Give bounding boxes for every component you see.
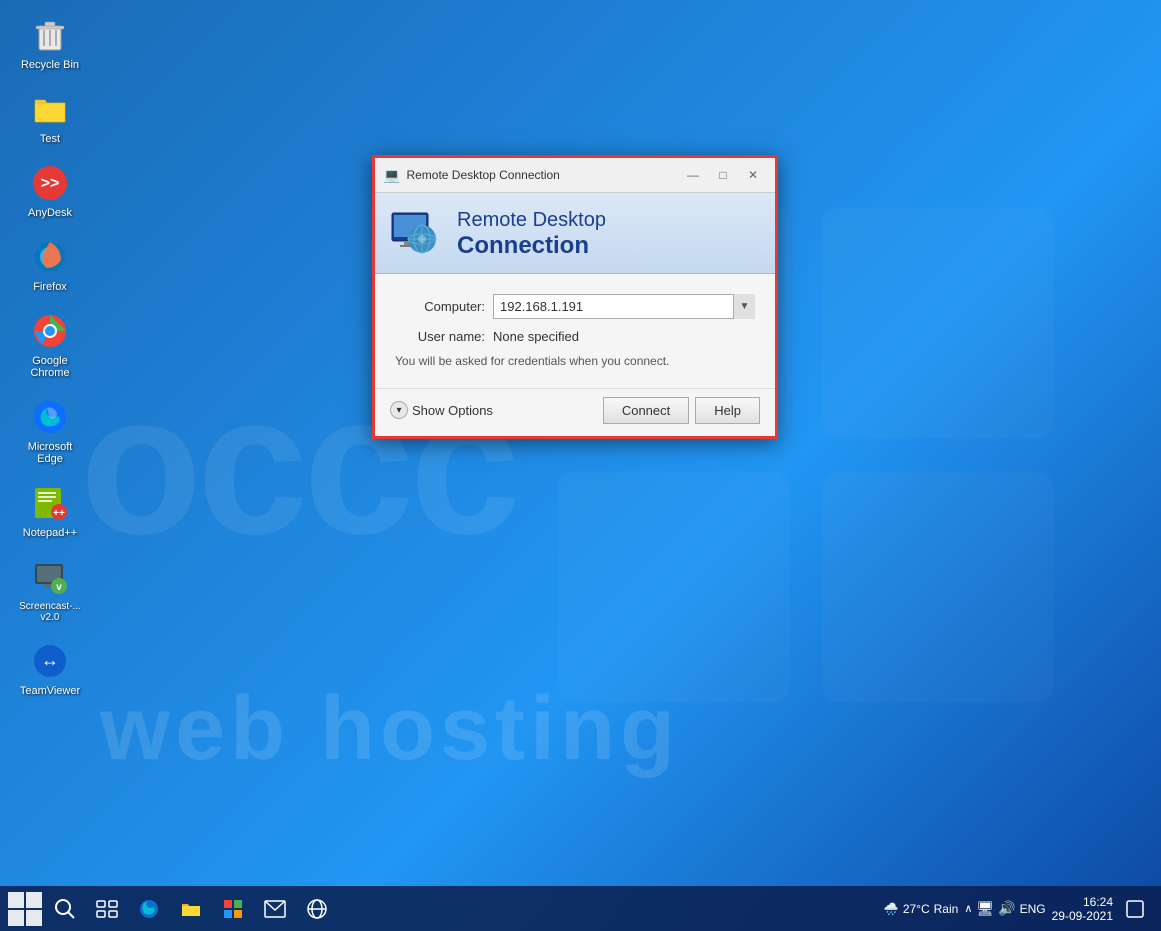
rdc-close-button[interactable]: ✕	[739, 164, 767, 186]
microsoft-edge-icon[interactable]: Microsoft Edge	[10, 392, 90, 470]
rdc-maximize-button[interactable]: □	[709, 164, 737, 186]
rdc-footer-buttons: Connect Help	[603, 397, 760, 424]
test-label: Test	[40, 133, 60, 145]
recycle-bin-label: Recycle Bin	[21, 59, 79, 71]
taskbar-store[interactable]	[213, 889, 253, 929]
search-button[interactable]	[47, 891, 83, 927]
rdc-dialog-container: 💻 Remote Desktop Connection — □ ✕	[372, 155, 778, 439]
svg-text:++: ++	[53, 508, 65, 519]
rdc-body: Computer: ▼ User name: None specified Yo…	[375, 274, 775, 388]
rdc-footer: ▾ Show Options Connect Help	[375, 388, 775, 436]
rdc-title-text: Remote Desktop Connection	[406, 168, 673, 182]
taskbar-task-view[interactable]	[87, 889, 127, 929]
show-options-label: Show Options	[412, 403, 493, 418]
rdc-monitor-icon	[390, 209, 445, 259]
windows-start-icon	[5, 889, 45, 929]
svg-text:v: v	[56, 582, 62, 593]
notification-icon	[1126, 900, 1144, 918]
computer-input[interactable]	[493, 294, 755, 319]
google-chrome-label: Google Chrome	[15, 355, 85, 379]
anydesk-icon[interactable]: >> AnyDesk	[10, 158, 90, 224]
desktop: occc web hosting Recycle Bin	[0, 0, 1161, 931]
show-options-icon: ▾	[390, 401, 408, 419]
rdc-titlebar-icon: 💻	[383, 167, 400, 184]
computer-dropdown-arrow[interactable]: ▼	[733, 294, 755, 319]
microsoft-edge-label: Microsoft Edge	[15, 441, 85, 465]
microsoft-edge-image	[30, 397, 70, 437]
rdc-header-title: Remote Desktop Connection	[457, 208, 606, 261]
explorer-icon	[180, 898, 202, 920]
notepadpp-icon[interactable]: ++ Notepad++	[10, 478, 90, 544]
notepadpp-label: Notepad++	[23, 527, 77, 539]
computer-input-container: ▼	[493, 294, 755, 319]
weather-widget[interactable]: 🌧️ 27°C Rain	[884, 902, 958, 916]
username-label: User name:	[395, 329, 485, 344]
start-button[interactable]	[5, 889, 45, 929]
google-chrome-icon[interactable]: Google Chrome	[10, 306, 90, 384]
mail-icon	[264, 900, 286, 918]
anydesk-label: AnyDesk	[28, 207, 72, 219]
store-icon	[222, 898, 244, 920]
teamviewer-label: TeamViewer	[20, 685, 80, 697]
notification-button[interactable]	[1119, 889, 1151, 929]
credentials-note: You will be asked for credentials when y…	[395, 354, 755, 368]
test-folder-icon[interactable]: Test	[10, 84, 90, 150]
recycle-bin-image	[30, 15, 70, 55]
teamviewer-image: ↔	[30, 641, 70, 681]
rdc-minimize-button[interactable]: —	[679, 164, 707, 186]
edge-taskbar-icon	[138, 898, 160, 920]
computer-field-row: Computer: ▼	[395, 294, 755, 319]
screencast-image: v	[30, 557, 70, 597]
systray-network-icon: 🖥	[976, 900, 994, 917]
globe-icon	[306, 898, 328, 920]
help-button[interactable]: Help	[695, 397, 760, 424]
connect-button[interactable]: Connect	[603, 397, 689, 424]
show-options-toggle[interactable]: ▾ Show Options	[390, 401, 603, 419]
systray: ∧ 🖥 🔊 ENG	[964, 900, 1045, 917]
weather-temp: 27°C	[903, 902, 930, 916]
google-chrome-image	[30, 311, 70, 351]
taskbar-items	[87, 889, 884, 929]
rdc-header: Remote Desktop Connection	[375, 193, 775, 274]
recycle-bin-icon[interactable]: Recycle Bin	[10, 10, 90, 76]
rdc-window: 💻 Remote Desktop Connection — □ ✕	[375, 158, 775, 436]
weather-icon: 🌧️	[884, 902, 899, 916]
rdc-titlebar-buttons: — □ ✕	[679, 164, 767, 186]
taskbar-edge[interactable]	[129, 889, 169, 929]
systray-volume-icon: 🔊	[998, 900, 1015, 917]
taskbar: 🌧️ 27°C Rain ∧ 🖥 🔊 ENG 16:24 29-09-2021	[0, 886, 1161, 931]
firefox-label: Firefox	[33, 281, 67, 293]
taskbar-mail[interactable]	[255, 889, 295, 929]
weather-condition: Rain	[934, 902, 959, 916]
taskbar-clock[interactable]: 16:24 29-09-2021	[1052, 895, 1113, 923]
rdc-titlebar: 💻 Remote Desktop Connection — □ ✕	[375, 158, 775, 193]
firefox-image	[30, 237, 70, 277]
taskbar-right: 🌧️ 27°C Rain ∧ 🖥 🔊 ENG 16:24 29-09-2021	[884, 889, 1156, 929]
test-folder-image	[30, 89, 70, 129]
task-view-icon	[96, 900, 118, 918]
anydesk-image: >>	[30, 163, 70, 203]
notepadpp-image: ++	[30, 483, 70, 523]
systray-lang[interactable]: ENG	[1020, 902, 1046, 916]
search-icon	[54, 898, 76, 920]
taskbar-globe[interactable]	[297, 889, 337, 929]
taskbar-explorer[interactable]	[171, 889, 211, 929]
systray-chevron[interactable]: ∧	[964, 902, 972, 915]
screencast-label: Screencast-... v2.0	[19, 601, 81, 623]
svg-text:>>: >>	[41, 175, 60, 192]
teamviewer-icon[interactable]: ↔ TeamViewer	[10, 636, 90, 702]
rdc-header-line1: Remote Desktop	[457, 208, 606, 232]
screencast-icon[interactable]: v Screencast-... v2.0	[10, 552, 90, 628]
username-field-row: User name: None specified	[395, 329, 755, 344]
clock-time: 16:24	[1052, 895, 1113, 909]
svg-text:↔: ↔	[41, 650, 59, 670]
firefox-icon[interactable]: Firefox	[10, 232, 90, 298]
computer-label: Computer:	[395, 299, 485, 314]
clock-date: 29-09-2021	[1052, 909, 1113, 923]
rdc-header-line2: Connection	[457, 232, 606, 261]
desktop-icons: Recycle Bin Test >> AnyDesk	[10, 10, 90, 702]
username-value: None specified	[493, 329, 579, 344]
